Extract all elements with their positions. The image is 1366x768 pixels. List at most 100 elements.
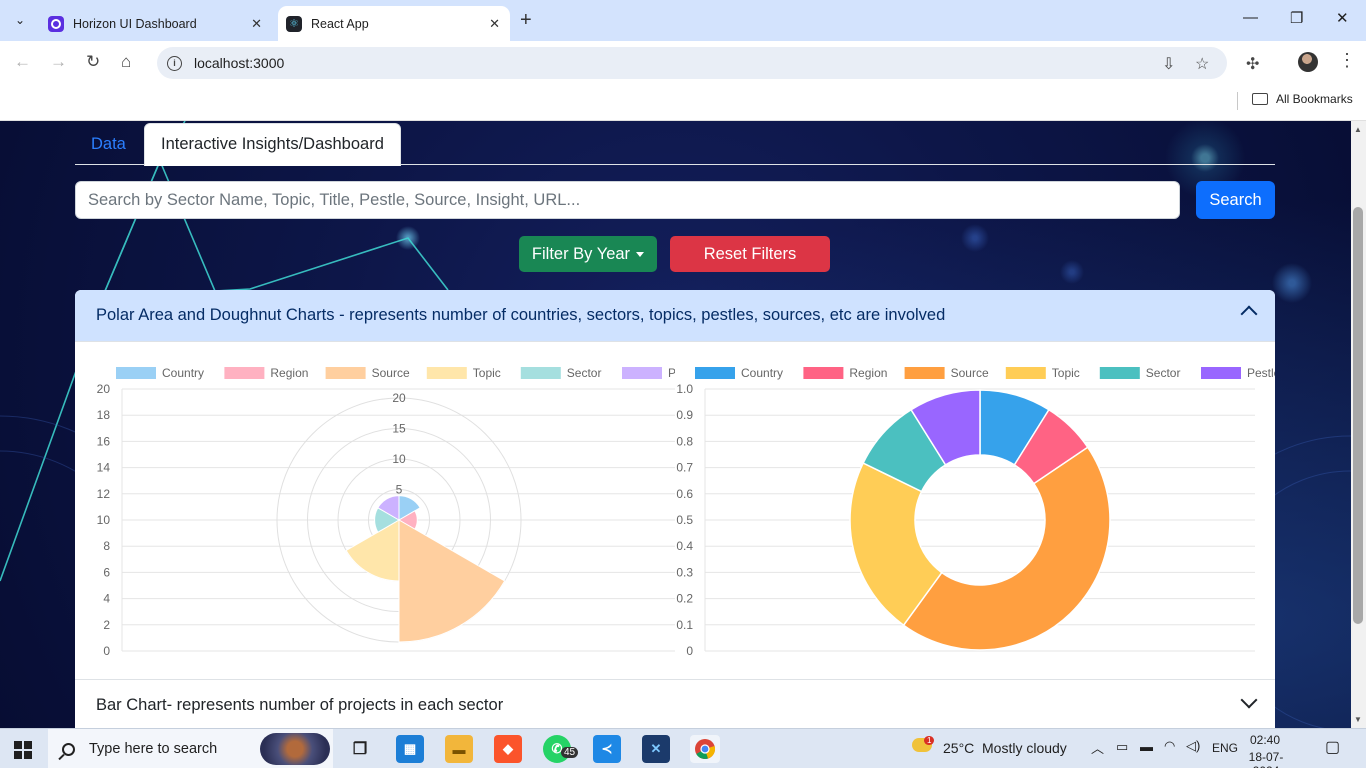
- y-tick-label: 20: [97, 382, 111, 396]
- windows-start-icon[interactable]: [14, 741, 32, 759]
- doughnut-chart[interactable]: Country Region Source Topic Sector Pestle 0 0.1…: [675, 342, 1275, 679]
- caret-down-icon: [636, 251, 645, 257]
- tab-data[interactable]: Data: [75, 123, 142, 165]
- polar-r-tick-label: 5: [396, 483, 403, 497]
- chevron-up-icon: [1240, 305, 1258, 323]
- charts-accordion: Polar Area and Doughnut Charts - represe…: [75, 290, 1275, 728]
- show-hidden-icons-chevron-icon[interactable]: ︿: [1091, 738, 1104, 757]
- polar-slice-topic: [345, 519, 400, 582]
- legend-swatch-topic: [426, 367, 467, 379]
- bookmarks-bar: All Bookmarks: [0, 84, 1366, 121]
- react-favicon-icon: ⚛: [286, 15, 302, 32]
- bookmark-star-icon[interactable]: ☆: [1195, 54, 1209, 74]
- y-tick-label: 8: [103, 539, 110, 553]
- y-tick-label: 4: [103, 592, 110, 606]
- legend-swatch-topic: [1005, 367, 1046, 379]
- tab-search-menu-button[interactable]: ⌄: [8, 8, 32, 32]
- polar-area-chart[interactable]: Country Region Source Topic Sector Pestle 0 2 4 6…: [75, 342, 675, 679]
- close-window-button[interactable]: ✕: [1336, 9, 1349, 27]
- horizon-favicon-icon: [48, 15, 64, 32]
- legend-swatch-region: [224, 367, 265, 379]
- all-bookmarks-button[interactable]: All Bookmarks: [1276, 92, 1353, 106]
- y-tick-label: 0.4: [676, 539, 693, 553]
- chrome-logo: [695, 739, 716, 759]
- polar-r-tick-label: 20: [392, 391, 406, 405]
- y-tick-label: 6: [103, 565, 110, 579]
- clock-time[interactable]: 02:40: [1242, 733, 1288, 747]
- accordion-header-polar-doughnut[interactable]: Polar Area and Doughnut Charts - represe…: [75, 290, 1275, 342]
- polar-r-tick-label: 10: [392, 452, 406, 466]
- restore-window-button[interactable]: ❐: [1290, 9, 1303, 27]
- file-explorer-icon[interactable]: ▬: [445, 735, 473, 763]
- legend-swatch-source: [904, 367, 945, 379]
- y-tick-label: 18: [97, 408, 111, 422]
- taskbar-search-placeholder: Type here to search: [89, 741, 218, 757]
- microsoft-store-icon[interactable]: ▦: [396, 735, 424, 763]
- notifications-icon[interactable]: ▢: [1325, 737, 1340, 757]
- y-tick-label: 12: [97, 487, 111, 501]
- legend-swatch-pestle: [622, 367, 662, 379]
- chrome-icon[interactable]: [690, 735, 720, 763]
- vscode-icon[interactable]: ≺: [593, 735, 621, 763]
- profile-avatar[interactable]: [1298, 52, 1318, 72]
- tab-interactive-insights[interactable]: Interactive Insights/Dashboard: [144, 123, 401, 166]
- y-tick-label: 14: [97, 461, 111, 475]
- close-tab-icon[interactable]: ✕: [489, 16, 500, 32]
- y-tick-label: 16: [97, 434, 111, 448]
- polar-r-tick-label: 15: [392, 422, 406, 436]
- search-button[interactable]: Search: [1196, 181, 1275, 219]
- reset-filters-button[interactable]: Reset Filters: [670, 236, 830, 272]
- legend-swatch-pestle: [1201, 367, 1241, 379]
- scroll-up-arrow-icon[interactable]: ▲: [1354, 125, 1362, 134]
- legend-swatch-source: [325, 367, 366, 379]
- close-tab-icon[interactable]: ✕: [251, 16, 262, 32]
- browser-tab-react-app[interactable]: ⚛ React App ✕: [278, 6, 510, 41]
- extensions-icon[interactable]: ✣: [1246, 54, 1259, 74]
- minimize-window-button[interactable]: —: [1243, 9, 1258, 26]
- install-app-icon[interactable]: ⇩: [1162, 54, 1175, 74]
- y-tick-label: 2: [103, 618, 110, 632]
- volume-icon[interactable]: ◁): [1186, 738, 1200, 754]
- scroll-down-arrow-icon[interactable]: ▼: [1354, 715, 1362, 724]
- accordion-body-polar-doughnut: Country Region Source Topic Sector Pestle 0 2 4 6…: [75, 342, 1275, 679]
- reload-icon[interactable]: ↻: [86, 52, 100, 72]
- site-info-icon[interactable]: i: [167, 55, 182, 71]
- wifi-icon[interactable]: ◠: [1164, 738, 1175, 754]
- search-input[interactable]: [75, 181, 1180, 219]
- dashboard-page: Data Interactive Insights/Dashboard Sear…: [0, 121, 1351, 728]
- brave-browser-icon[interactable]: ◆: [494, 735, 522, 763]
- y-tick-label: 0.5: [676, 513, 693, 527]
- browser-menu-icon[interactable]: ⋮: [1338, 50, 1356, 71]
- legend-label-region: Region: [270, 366, 308, 380]
- legend-swatch-country: [116, 367, 156, 379]
- accordion-header-bar-chart[interactable]: Bar Chart- represents number of projects…: [75, 679, 1275, 728]
- legend-swatch-sector: [1099, 367, 1140, 379]
- weather-description[interactable]: Mostly cloudy: [982, 740, 1067, 756]
- scrollbar-thumb[interactable]: [1353, 207, 1363, 624]
- clock-date[interactable]: 18-07-2024: [1236, 750, 1296, 768]
- y-tick-label: 0.6: [676, 487, 693, 501]
- y-tick-label: 1.0: [676, 382, 693, 396]
- meet-now-icon[interactable]: ▭: [1116, 739, 1128, 755]
- legend-label-pestle: Pestle: [1247, 366, 1275, 380]
- bookmarks-separator: [1237, 92, 1238, 110]
- folder-icon: [1252, 93, 1268, 105]
- home-icon[interactable]: ⌂: [121, 52, 131, 72]
- legend-label-source: Source: [951, 366, 989, 380]
- battery-icon[interactable]: ▬: [1140, 739, 1153, 754]
- new-tab-button[interactable]: +: [520, 9, 532, 32]
- back-arrow-icon[interactable]: ←: [14, 52, 31, 72]
- browser-tab-horizon[interactable]: Horizon UI Dashboard ✕: [40, 6, 272, 41]
- forward-arrow-icon[interactable]: →: [50, 52, 67, 72]
- azure-data-studio-icon[interactable]: ✕: [642, 735, 670, 763]
- weather-temperature[interactable]: 25°C: [943, 740, 974, 756]
- doughnut-slice-source: [902, 446, 1111, 651]
- language-indicator[interactable]: ENG: [1212, 741, 1238, 755]
- filter-by-year-dropdown[interactable]: Filter By Year: [519, 236, 657, 272]
- legend-label-region: Region: [849, 366, 887, 380]
- legend-label-sector: Sector: [1146, 366, 1181, 380]
- address-bar[interactable]: i localhost:3000 ⇩ ☆: [157, 47, 1227, 79]
- whatsapp-badge: 45: [561, 747, 579, 758]
- legend-label-sector: Sector: [567, 366, 602, 380]
- task-view-icon[interactable]: ❐: [346, 735, 374, 763]
